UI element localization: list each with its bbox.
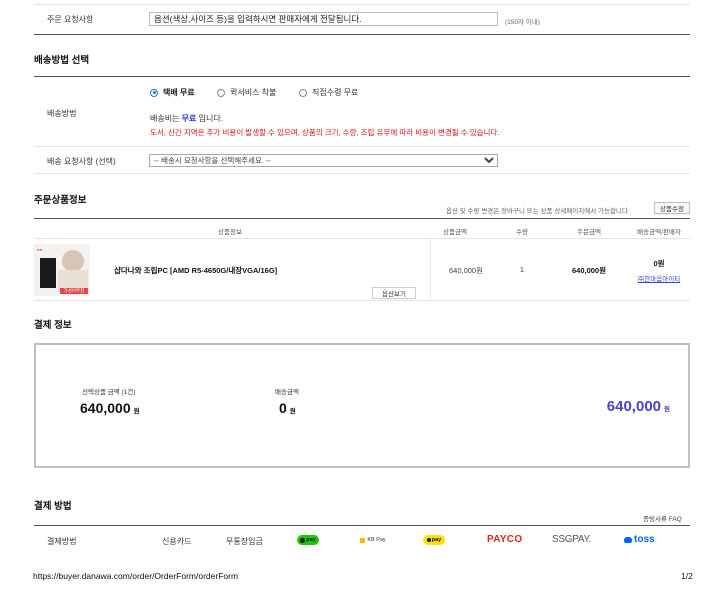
kbpay-option[interactable]: KB Pay — [358, 535, 388, 545]
col-header-order-price: 주문금액 — [577, 229, 601, 236]
top-divider — [34, 4, 690, 5]
item-order-price: 640,000원 — [571, 266, 606, 275]
won-unit: 원 — [289, 408, 296, 415]
product-name[interactable]: 샵다나와 조립PC [AMD R5-4650G/내장VGA/16G] — [114, 265, 277, 276]
kakaopay-label: pay — [431, 537, 442, 543]
order-items-notice: 옵션 및 수량 변경은 장바구니 또는 상품 상세페이지에서 가능합니다. — [446, 208, 630, 215]
col-header-info: 상품정보 — [218, 229, 242, 236]
fee-suffix: 입니다. — [196, 114, 223, 123]
table-top-border — [34, 218, 690, 219]
kbpay-icon — [360, 537, 366, 543]
won-unit: 원 — [133, 408, 140, 415]
shipping-amount-value: 0 — [279, 400, 287, 416]
request-limit: (150자 이내) — [505, 19, 540, 26]
kakaopay-icon — [426, 538, 431, 542]
toss-label: toss — [634, 534, 655, 545]
delivery-request-select[interactable]: -- 배송시 요청사항을 선택해주세요. -- — [149, 154, 498, 167]
credit-card-option[interactable]: 신용카드 — [162, 536, 191, 547]
shipping-divider — [34, 146, 690, 147]
total-amount: 640,000 원 — [607, 398, 670, 415]
thumb-badge: 가성비추천 — [60, 288, 88, 294]
shipping-option-label: 택배 무료 — [163, 88, 195, 97]
item-seller-link[interactable]: ㈜한마음아이티 — [628, 273, 690, 283]
npay-option[interactable]: pay — [297, 535, 319, 545]
pc-case-image — [40, 258, 56, 288]
shipping-fee-text: 배송비는 무료 입니다. — [150, 113, 223, 124]
ssgpay-option[interactable]: SSGPAY. — [552, 534, 591, 545]
shipping-option-label: 직접수령 무료 — [312, 88, 359, 97]
delivery-request-label: 배송 요청사항 (선택) — [47, 157, 116, 166]
total-amount-value: 640,000 — [606, 398, 662, 415]
edit-items-button[interactable]: 상품수정 — [654, 202, 690, 214]
radio-icon — [299, 88, 307, 97]
footer-page-number: 1/2 — [681, 571, 693, 581]
radio-selected-icon — [150, 88, 158, 97]
won-unit: 원 — [664, 406, 670, 413]
shipping-top-border — [34, 76, 690, 77]
payment-info-title: 결제 정보 — [34, 320, 72, 331]
order-items-title: 주문상품정보 — [34, 195, 87, 206]
shipping-option-label: 퀵서비스 착불 — [230, 88, 277, 97]
selected-amount: 640,000 원 — [80, 400, 140, 416]
request-input[interactable] — [149, 12, 498, 26]
shipping-title: 배송방법 선택 — [34, 55, 90, 66]
toss-option[interactable]: toss — [624, 534, 655, 545]
payment-method-label: 결제방법 — [47, 537, 77, 546]
toss-icon — [624, 536, 632, 543]
npay-icon — [300, 537, 306, 543]
radio-icon — [217, 88, 225, 97]
option-view-button[interactable]: 옵션보기 — [372, 287, 416, 299]
payco-option[interactable]: PAYCO — [487, 534, 522, 545]
payment-summary-box: 선택상품 금액 (1건) 640,000 원 배송금액 0 원 640,000 … — [34, 343, 690, 468]
shipping-amount: 0 원 — [279, 400, 296, 416]
bank-transfer-option[interactable]: 무통장입금 — [226, 536, 263, 547]
fee-free: 무료 — [181, 114, 197, 123]
item-shipping-fee: 0원 — [653, 259, 665, 268]
kbpay-label: KB Pay — [367, 537, 386, 543]
brand-mark: ▪▪▪▪ — [37, 247, 43, 252]
shipping-method-label: 배송방법 — [47, 109, 77, 118]
request-divider — [34, 34, 690, 35]
shipping-bottom-border — [34, 173, 690, 174]
shipping-option-quick[interactable]: 퀵서비스 착불 — [217, 87, 276, 98]
footer-url: https://buyer.danawa.com/order/OrderForm… — [33, 571, 239, 581]
table-bottom-border — [34, 300, 690, 301]
col-header-shipping: 배송금액/판매자 — [637, 229, 681, 236]
item-price: 640,000원 — [448, 266, 483, 275]
shipping-option-parcel[interactable]: 택배 무료 — [150, 87, 195, 98]
shipping-option-pickup[interactable]: 직접수령 무료 — [299, 87, 358, 98]
product-thumbnail[interactable]: ▪▪▪▪ 가성비추천 — [34, 244, 90, 296]
col-divider — [430, 238, 431, 300]
payment-method-border — [34, 525, 690, 526]
selected-amount-value: 640,000 — [80, 400, 131, 416]
kakaopay-option[interactable]: pay — [423, 535, 445, 545]
request-label: 주문 요청사항 — [47, 15, 94, 24]
shipping-notice: 도서, 산간 지역은 추가 비용이 발생할 수 있으며, 상품의 크기, 수량,… — [150, 128, 500, 137]
item-qty: 1 — [519, 265, 525, 274]
npay-label: pay — [306, 537, 316, 543]
col-header-qty: 수량 — [516, 229, 528, 236]
fee-prefix: 배송비는 — [150, 114, 182, 123]
selected-amount-label: 선택상품 금액 (1건) — [82, 389, 136, 396]
payment-method-title: 결제 방법 — [34, 501, 72, 512]
table-row: ▪▪▪▪ 가성비추천 샵다나와 조립PC [AMD R5-4650G/내장VGA… — [34, 238, 690, 300]
shipping-amount-label: 배송금액 — [275, 389, 299, 396]
receipt-faq-link[interactable]: 증빙서류 FAQ — [643, 513, 682, 523]
model-image — [62, 250, 84, 272]
col-header-price: 상품금액 — [443, 229, 467, 236]
